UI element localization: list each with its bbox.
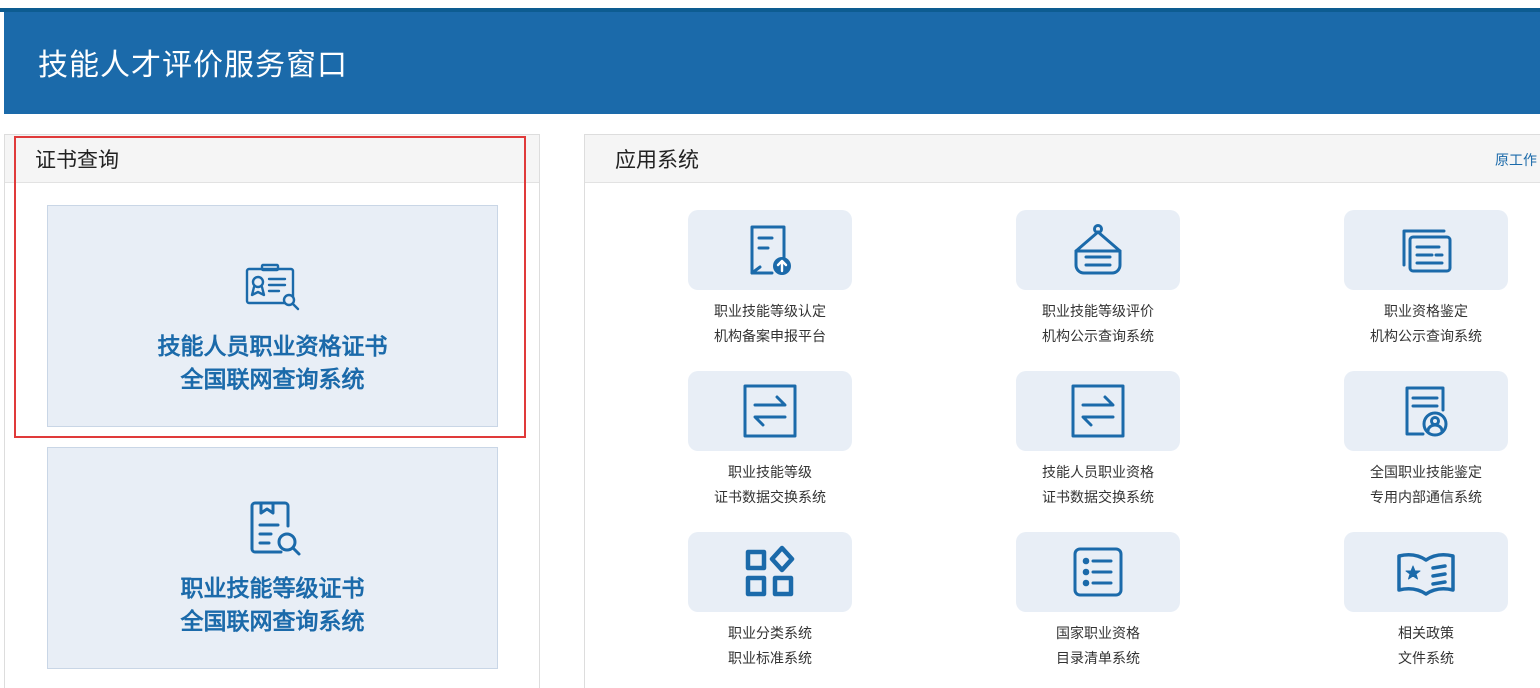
certificate-search-icon <box>245 263 299 311</box>
policy-book-icon <box>1397 553 1455 596</box>
app-label-line-1: 职业技能等级评价 <box>1042 304 1154 320</box>
app-label-line-2: 职业标准系统 <box>728 651 812 667</box>
card-line-2: 全国联网查询系统 <box>180 367 365 393</box>
page-title: 技能人才评价服务窗口 <box>38 48 348 83</box>
app-occupation-classification[interactable]: 职业分类系统 职业标准系统 <box>670 532 870 682</box>
app-tile <box>1344 532 1508 612</box>
exchange-arrows-icon <box>743 384 797 438</box>
skill-level-certificate-query-card[interactable]: 职业技能等级证书 全国联网查询系统 <box>47 447 498 669</box>
app-qualification-appraisal-publicity[interactable]: 职业资格鉴定 机构公示查询系统 <box>1326 210 1526 360</box>
app-national-qualification-list[interactable]: 国家职业资格 目录清单系统 <box>998 532 1198 682</box>
app-label-line-1: 职业技能等级认定 <box>714 304 826 320</box>
stacked-documents-icon <box>1402 229 1452 273</box>
vocational-qualification-query-card[interactable]: 技能人员职业资格证书 全国联网查询系统 <box>47 205 498 427</box>
app-label-line-2: 证书数据交换系统 <box>714 490 826 506</box>
app-tile <box>688 532 852 612</box>
app-tile <box>1016 532 1180 612</box>
app-tile <box>1016 210 1180 290</box>
app-label-line-1: 国家职业资格 <box>1056 626 1140 642</box>
app-skill-level-data-exchange[interactable]: 职业技能等级 证书数据交换系统 <box>670 371 870 521</box>
category-grid-icon <box>745 545 795 597</box>
app-qualification-data-exchange[interactable]: 技能人员职业资格 证书数据交换系统 <box>998 371 1198 521</box>
certificate-query-panel: 证书查询 技能人员职业资格证书 全国联网查询系统 职业技能等级证书 全国联网查询… <box>4 134 540 688</box>
app-label-line-1: 职业分类系统 <box>728 626 812 642</box>
app-label-line-1: 技能人员职业资格 <box>1042 465 1154 481</box>
card-line-1: 职业技能等级证书 <box>180 576 365 602</box>
original-work-link[interactable]: 原工作 <box>1495 151 1537 171</box>
certificate-panel-header: 证书查询 <box>5 135 539 183</box>
app-label-line-1: 相关政策 <box>1398 626 1454 642</box>
application-systems-panel: 应用系统 原工作 职业技能等级认定 机构备案申报平台 职业技能等级评价 机构公示… <box>584 134 1540 688</box>
app-label-line-2: 机构备案申报平台 <box>714 329 826 345</box>
app-label-line-2: 证书数据交换系统 <box>1042 490 1154 506</box>
hanging-sign-icon <box>1074 224 1122 275</box>
app-label-line-1: 全国职业技能鉴定 <box>1370 465 1482 481</box>
card-line-2: 全国联网查询系统 <box>180 609 365 635</box>
apps-panel-title: 应用系统 <box>615 148 699 172</box>
user-document-icon <box>1405 386 1448 437</box>
app-tile <box>688 210 852 290</box>
app-label-line-2: 专用内部通信系统 <box>1370 490 1482 506</box>
certificate-panel-title: 证书查询 <box>35 148 119 172</box>
vocational-qualification-query-label: 技能人员职业资格证书 全国联网查询系统 <box>48 331 497 397</box>
app-tile <box>1344 210 1508 290</box>
app-label-line-2: 机构公示查询系统 <box>1370 329 1482 345</box>
app-label-line-2: 目录清单系统 <box>1056 651 1140 667</box>
exchange-arrows-icon <box>1071 384 1125 438</box>
apps-panel-header: 应用系统 原工作 <box>585 135 1540 183</box>
app-tile <box>1344 371 1508 451</box>
app-label-line-2: 文件系统 <box>1398 651 1454 667</box>
skill-level-certificate-query-label: 职业技能等级证书 全国联网查询系统 <box>48 573 497 639</box>
document-upload-icon <box>750 225 791 275</box>
app-internal-communication[interactable]: 全国职业技能鉴定 专用内部通信系统 <box>1326 371 1526 521</box>
app-policy-documents[interactable]: 相关政策 文件系统 <box>1326 532 1526 682</box>
app-label-line-2: 机构公示查询系统 <box>1042 329 1154 345</box>
card-line-1: 技能人员职业资格证书 <box>157 334 388 360</box>
app-label-line-1: 职业资格鉴定 <box>1384 304 1468 320</box>
list-icon <box>1073 547 1123 597</box>
site-header: 技能人才评价服务窗口 <box>4 12 1540 114</box>
app-skill-level-recognition-filing[interactable]: 职业技能等级认定 机构备案申报平台 <box>670 210 870 360</box>
app-tile <box>1016 371 1180 451</box>
document-search-icon <box>250 501 300 556</box>
app-skill-level-evaluation-publicity[interactable]: 职业技能等级评价 机构公示查询系统 <box>998 210 1198 360</box>
app-label-line-1: 职业技能等级 <box>728 465 812 481</box>
app-tile <box>688 371 852 451</box>
